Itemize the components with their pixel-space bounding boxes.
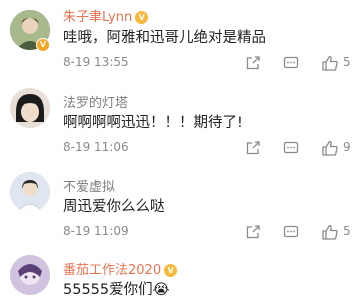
- avatar-image: [10, 88, 50, 128]
- avatar[interactable]: [10, 255, 50, 295]
- avatar[interactable]: [10, 88, 50, 128]
- like-count: 9: [343, 140, 351, 154]
- like-icon[interactable]: [321, 139, 339, 157]
- share-icon[interactable]: [245, 140, 261, 156]
- author-name[interactable]: 番茄工作法2020: [63, 263, 161, 278]
- comment-time: 8-19 11:06: [63, 140, 129, 154]
- comment-time: 8-19 11:09: [63, 224, 129, 238]
- avatar[interactable]: [10, 172, 50, 212]
- comment-item: V 朱子聿Lynn V 哇哦，阿雅和迅哥儿绝对是精品 8-19 13:55 5: [0, 0, 359, 80]
- like-count: 5: [343, 55, 351, 69]
- comment-text: 啊啊啊啊迅迅！！！期待了!: [63, 115, 243, 131]
- comment-text: 哇哦，阿雅和迅哥儿绝对是精品: [63, 30, 266, 46]
- comment-icon[interactable]: [283, 224, 299, 240]
- author-name[interactable]: 不爱虚拟: [63, 176, 115, 195]
- comment-text: 周迅爱你么么哒: [63, 199, 165, 215]
- comment-author[interactable]: 番茄工作法2020 V: [63, 259, 178, 278]
- avatar-image: [10, 255, 50, 295]
- author-name[interactable]: 朱子聿Lynn: [63, 10, 132, 25]
- vip-medal-icon: V: [164, 264, 178, 277]
- vip-medal-icon: V: [135, 11, 149, 24]
- author-name[interactable]: 法罗的灯塔: [63, 92, 128, 111]
- like-icon[interactable]: [321, 54, 339, 72]
- comment-time: 8-19 13:55: [63, 55, 129, 69]
- comment-author[interactable]: 朱子聿Lynn V: [63, 6, 149, 25]
- comment-text: 55555爱你们😭: [63, 282, 170, 298]
- comment-icon[interactable]: [283, 140, 299, 156]
- like-count: 5: [343, 224, 351, 238]
- like-icon[interactable]: [321, 223, 339, 241]
- share-icon[interactable]: [245, 55, 261, 71]
- share-icon[interactable]: [245, 224, 261, 240]
- comment-icon[interactable]: [283, 55, 299, 71]
- avatar-image: [10, 172, 50, 212]
- verified-badge-icon: V: [36, 38, 50, 52]
